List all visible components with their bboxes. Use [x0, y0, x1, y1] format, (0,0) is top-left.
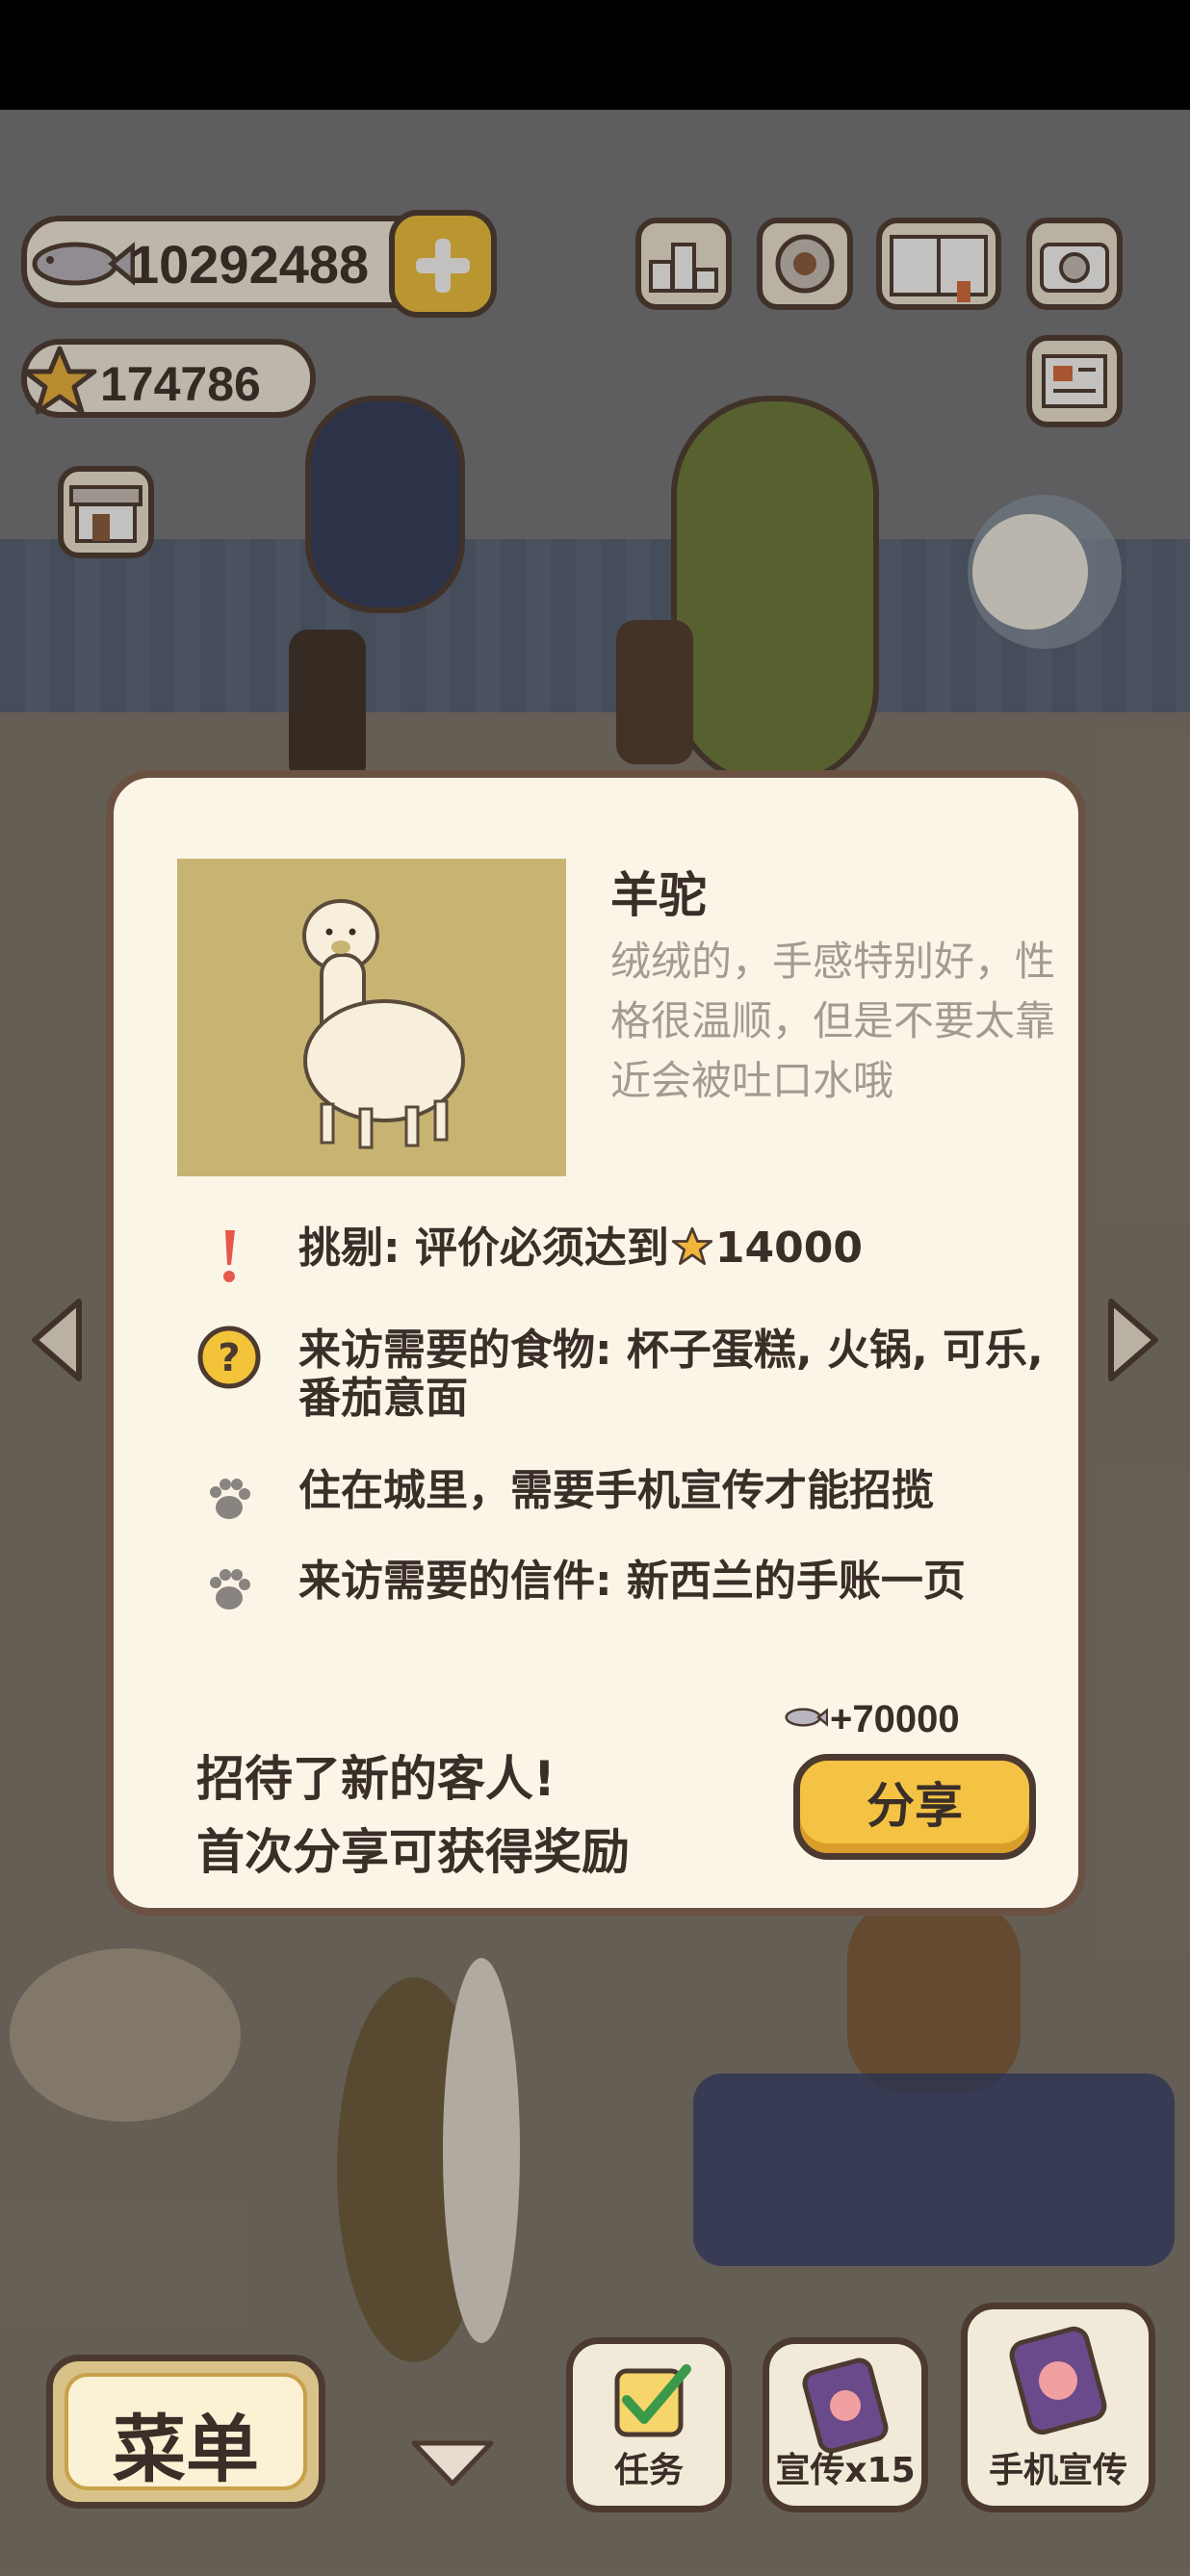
alpaca-illustration [302, 899, 465, 1149]
paw-icon [210, 1479, 250, 1519]
status-bar [0, 0, 1190, 110]
svg-text:?: ? [218, 1336, 240, 1380]
phone-promo-button[interactable]: 手机宣传 [961, 2303, 1155, 2512]
requirement-text: 住在城里，需要手机宣传才能招揽 [298, 1466, 934, 1515]
tasks-label: 任务 [613, 2451, 684, 2490]
phone-promo-label: 手机宣传 [988, 2451, 1127, 2490]
promo-line-2: 首次分享可获得奖励 [196, 1824, 630, 1880]
requirement-text: 挑剔: 评价必须达到 [298, 1224, 669, 1273]
required-star-value: 14000 [714, 1224, 863, 1273]
promo-label: 宣传x15 [775, 2451, 916, 2490]
phone-icon [1009, 2326, 1107, 2435]
animal-description: 绒绒的，手感特别好，性格很温顺，但是不要太靠近会被吐口水哦 [610, 938, 1056, 1104]
promo-line-1: 招待了新的客人! [196, 1751, 556, 1807]
menu-label: 菜单 [113, 2407, 259, 2492]
share-reward: +70000 [785, 1698, 960, 1741]
requirement-text: 来访需要的信件: 新西兰的手账一页 [298, 1557, 966, 1606]
star-icon [671, 1226, 713, 1265]
paw-icon [210, 1569, 250, 1610]
requirement-text: 来访需要的食物: 杯子蛋糕, 火锅, 可乐, 番茄意面 [298, 1326, 1044, 1423]
new-guest-modal: 羊驼 绒绒的，手感特别好，性格很温顺，但是不要太靠近会被吐口水哦 挑剔: 评价必… [106, 770, 1086, 1916]
animal-name: 羊驼 [610, 867, 707, 923]
reward-amount: +70000 [830, 1698, 960, 1740]
promo-button[interactable]: 宣传x15 [763, 2337, 928, 2512]
exclamation-icon [223, 1230, 235, 1282]
chevron-down-icon[interactable] [404, 2435, 501, 2493]
promo-text: 招待了新的客人! 首次分享可获得奖励 [196, 1742, 630, 1889]
alpaca-portrait [177, 859, 566, 1176]
menu-button[interactable]: 菜单 [46, 2355, 325, 2509]
question-icon: ? [197, 1326, 261, 1389]
tasks-button[interactable]: 任务 [566, 2337, 732, 2512]
share-button[interactable]: 分享 [793, 1754, 1036, 1860]
fish-icon [785, 1708, 828, 1727]
